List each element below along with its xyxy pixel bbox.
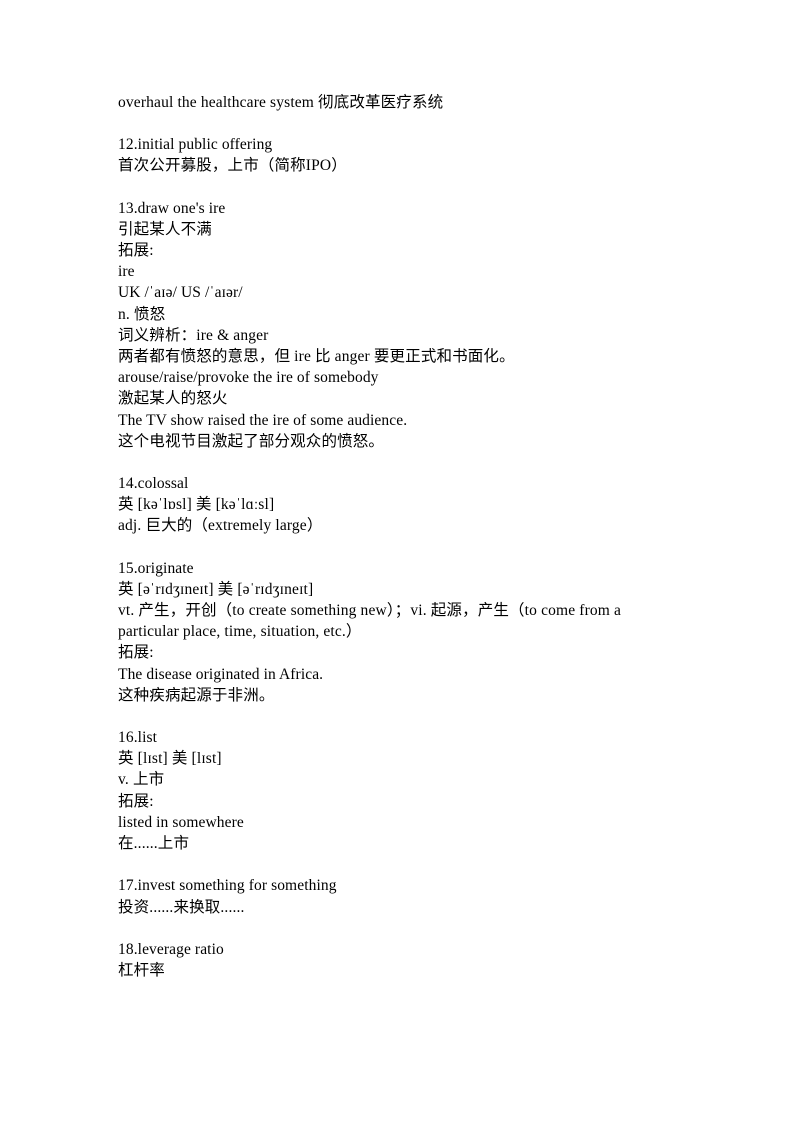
text-line: 15.originate (118, 559, 194, 577)
text-line: 拓展: (118, 644, 154, 662)
text-line: 杠杆率 (118, 961, 165, 979)
entry-14-colossal: 14.colossal 英 [kəˈlɒsl] 美 [kəˈlɑːsl] adj. … (118, 473, 675, 537)
text-line: 14.colossal (118, 475, 189, 493)
entry-13-ire: 13.draw one's ire 引起某人不满 拓展: ire UK /ˈaɪə/ U… (118, 198, 675, 452)
entry-16-list: 16.list 英 [lɪst] 美 [lɪst] v. 上市拓展: listed i… (118, 727, 675, 854)
text-line: 英 [əˈrɪdʒɪneɪt] 美 [əˈrɪdʒɪneɪt] (118, 580, 314, 598)
text-line: v. 上市 (118, 771, 165, 789)
text-line: 两者都有愤怒的意思，但 ire 比 anger 要更正式和书面化。 (118, 348, 515, 366)
text-line: The TV show raised the ire of some audie… (118, 411, 408, 429)
entry-18-leverage: 18.leverage ratio 杠杆率 (118, 939, 675, 981)
text-line: 词义辨析：ire & anger (118, 326, 269, 344)
text-line: vt. 产生，开创（to create something new）；vi. 起… (118, 602, 626, 641)
text-line: 13.draw one's ire (118, 199, 226, 217)
text-line: 这种疾病起源于非洲。 (118, 686, 275, 704)
text-line: The disease originated in Africa. (118, 665, 324, 683)
text-line: n. 愤怒 (118, 305, 166, 323)
text-line: overhaul the healthcare system 彻底改革医疗系统 (118, 94, 444, 111)
entry-17-invest: 17.invest something for something 投资.....… (118, 875, 675, 917)
entry-overhaul: overhaul the healthcare system 彻底改革医疗系统 (118, 92, 675, 113)
text-line: 英 [kəˈlɒsl] 美 [kəˈlɑːsl] (118, 496, 275, 514)
text-line: 17.invest something for something (118, 877, 337, 895)
text-line: 激起某人的怒火 (118, 390, 228, 408)
text-line: 这个电视节目激起了部分观众的愤怒。 (118, 432, 385, 450)
text-line: 引起某人不满 (118, 220, 212, 238)
text-line: listed in somewhere (118, 813, 244, 831)
document-page: overhaul the healthcare system 彻底改革医疗系统 1… (0, 0, 793, 1123)
text-line: 英 [lɪst] 美 [lɪst] (118, 750, 222, 768)
text-line: ire (118, 263, 135, 281)
text-line: 首次公开募股，上市（简称IPO） (118, 157, 347, 175)
text-line: 投资......来换取...... (118, 898, 245, 916)
text-line: 拓展: (118, 242, 154, 260)
entry-15-originate: 15.originate 英 [əˈrɪdʒɪneɪt] 美 [əˈrɪdʒɪne… (118, 558, 675, 706)
text-line: 16.list (118, 729, 158, 747)
document-body: overhaul the healthcare system 彻底改革医疗系统 1… (118, 92, 675, 981)
text-line: 12.initial public offering (118, 136, 273, 154)
entry-12-ipo: 12.initial public offering 首次公开募股，上市（简称IP… (118, 134, 675, 176)
text-line: adj. 巨大的（extremely large） (118, 517, 323, 535)
text-line: 在......上市 (118, 835, 190, 853)
text-line: UK /ˈaɪə/ US /ˈaɪər/ (118, 284, 243, 302)
text-line: arouse/raise/provoke the ire of somebody (118, 369, 379, 387)
text-line: 拓展: (118, 792, 154, 810)
text-line: 18.leverage ratio (118, 940, 224, 958)
